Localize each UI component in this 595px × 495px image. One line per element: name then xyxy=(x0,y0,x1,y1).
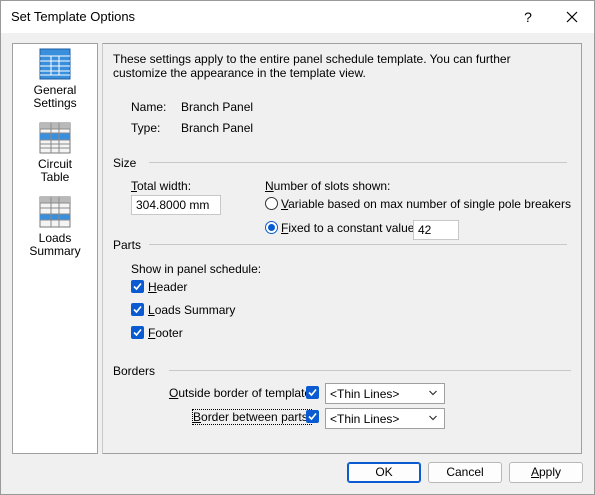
check-icon xyxy=(133,282,142,291)
sidebar-label-loads-line2: Summary xyxy=(29,244,81,258)
parts-section-label: Parts xyxy=(113,238,142,252)
category-sidebar: General Settings Circuit Table Loads Sum… xyxy=(12,43,98,454)
check-icon xyxy=(308,388,317,397)
general-settings-icon xyxy=(39,48,71,80)
sidebar-item-loads-summary[interactable]: Loads Summary xyxy=(13,196,97,258)
total-width-input[interactable]: 304.8000 mm xyxy=(131,195,221,215)
border-between-parts-label[interactable]: Border between parts: xyxy=(191,409,313,425)
check-icon xyxy=(133,328,142,337)
outside-border-label[interactable]: Outside border of template: xyxy=(169,386,314,400)
type-label: Type: xyxy=(131,121,161,135)
chevron-down-icon xyxy=(429,415,437,421)
border-between-parts-checkbox[interactable] xyxy=(306,410,319,423)
type-value: Branch Panel xyxy=(181,121,254,135)
borders-section-divider xyxy=(169,370,571,371)
show-in-schedule-label: Show in panel schedule: xyxy=(131,262,262,276)
variable-slots-radio[interactable] xyxy=(265,197,278,210)
size-section-divider xyxy=(149,162,567,163)
fixed-slots-radio[interactable] xyxy=(265,221,278,234)
check-icon xyxy=(308,412,317,421)
set-template-options-dialog: Set Template Options ? General Settings xyxy=(0,0,595,495)
ok-button[interactable]: OK xyxy=(347,462,421,483)
circuit-table-icon xyxy=(39,122,71,154)
sidebar-label-circuit-line2: Table xyxy=(40,170,70,184)
cancel-button[interactable]: Cancel xyxy=(428,462,502,483)
sidebar-item-circuit-table[interactable]: Circuit Table xyxy=(13,122,97,184)
sidebar-item-general-settings[interactable]: General Settings xyxy=(13,48,97,110)
loads-summary-checkbox[interactable] xyxy=(131,303,144,316)
footer-checkbox-label[interactable]: Footer xyxy=(148,326,183,340)
border-between-selected-value: <Thin Lines> xyxy=(330,412,400,426)
window-title: Set Template Options xyxy=(11,9,136,24)
total-width-label: Total width: xyxy=(131,179,192,193)
apply-button[interactable]: Apply xyxy=(509,462,583,483)
parts-section-divider xyxy=(149,244,567,245)
title-bar: Set Template Options ? xyxy=(1,1,594,33)
close-icon xyxy=(566,11,578,23)
fixed-slots-label[interactable]: Fixed to a constant value: xyxy=(281,221,418,235)
size-section-label: Size xyxy=(113,156,137,170)
help-button[interactable]: ? xyxy=(513,2,543,32)
loads-summary-icon xyxy=(39,196,71,228)
close-button[interactable] xyxy=(554,2,590,32)
outside-border-selected-value: <Thin Lines> xyxy=(330,387,400,401)
header-checkbox[interactable] xyxy=(131,280,144,293)
name-label: Name: xyxy=(131,100,167,114)
fixed-slots-input[interactable]: 42 xyxy=(413,220,459,240)
check-icon xyxy=(133,305,142,314)
outside-border-select[interactable]: <Thin Lines> xyxy=(325,383,445,404)
border-between-parts-select[interactable]: <Thin Lines> xyxy=(325,408,445,429)
outside-border-checkbox[interactable] xyxy=(306,386,319,399)
variable-slots-label[interactable]: Variable based on max number of single p… xyxy=(281,197,571,211)
loads-summary-checkbox-label[interactable]: Loads Summary xyxy=(148,303,235,317)
header-checkbox-label[interactable]: Header xyxy=(148,280,187,294)
general-settings-panel: These settings apply to the entire panel… xyxy=(102,43,582,454)
borders-section-label: Borders xyxy=(113,364,156,378)
footer-checkbox[interactable] xyxy=(131,326,144,339)
chevron-down-icon xyxy=(429,390,437,396)
sidebar-label-general-line2: Settings xyxy=(33,96,77,110)
slots-shown-label: Number of slots shown: xyxy=(265,179,391,193)
name-value: Branch Panel xyxy=(181,100,254,114)
settings-description: These settings apply to the entire panel… xyxy=(113,52,511,80)
